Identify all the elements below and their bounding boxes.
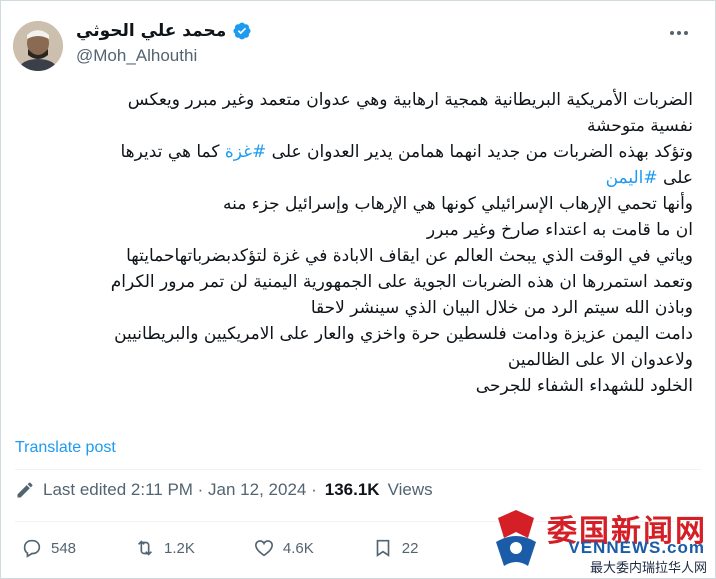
post-line: وياتي في الوقت الذي يبحث العالم عن ايقاف… [126, 246, 693, 266]
action-bar: 548 1.2K 4.6K 22 [21, 537, 476, 559]
watermark-logo-icon [496, 510, 536, 566]
author-display-name[interactable]: محمد علي الحوثي [76, 21, 226, 41]
bookmark-button[interactable]: 22 [372, 537, 419, 559]
post-line: الضربات الأمريكية البريطانية همجية ارهاب… [127, 90, 693, 110]
divider [15, 469, 701, 470]
translate-post-link[interactable]: Translate post [15, 439, 116, 457]
reply-count: 548 [51, 539, 77, 557]
reply-button[interactable]: 548 [21, 537, 76, 559]
hashtag-gaza[interactable]: #غزة [225, 142, 266, 162]
bookmark-count: 22 [401, 539, 419, 557]
bookmark-icon [376, 539, 390, 557]
watermark-site: VENNEWS.com [568, 538, 705, 557]
author-handle[interactable]: @Moh_Alhouthi [76, 46, 197, 66]
like-button[interactable]: 4.6K [253, 537, 314, 559]
views-count: 136.1K [324, 480, 380, 499]
pencil-icon [17, 482, 33, 498]
views-label: Views [387, 480, 433, 499]
post-line: وتؤكد بهذه الضربات من جديد انهما همامن ي… [120, 142, 694, 162]
post-line: نفسية متوحشة [587, 116, 693, 136]
post-line: وباذن الله سيتم الرد من خلال البيان الذي… [310, 298, 693, 318]
post-line: دامت اليمن عزيزة ودامت فلسطين حرة واخزي … [114, 324, 693, 344]
post-card: محمد علي الحوثي @Moh_Alhouthi الضربات ال… [0, 0, 716, 579]
watermark: 委国新闻网 VENNEWS.com 最大委内瑞拉华人网 [488, 504, 713, 576]
post-line: وأنها تحمي الإرهاب الإسرائيلي كونها هي ا… [223, 194, 693, 214]
post-text: الضربات الأمريكية البريطانية همجية ارهاب… [13, 87, 693, 399]
watermark-subtitle: 最大委内瑞拉华人网 [589, 561, 707, 576]
edit-history-row[interactable]: Last edited 2:11 PM · Jan 12, 2024 · 136… [15, 480, 433, 500]
post-line: وتعمد استمررها ان هذه الضربات الجوية على… [110, 272, 693, 292]
heart-icon [254, 540, 273, 557]
reply-icon [23, 539, 41, 558]
repost-icon [138, 540, 153, 556]
repost-button[interactable]: 1.2K [134, 537, 195, 559]
post-line: الخلود للشهداء الشفاء للجرحى [475, 376, 693, 396]
post-line: ان ما قامت به اعتداء صارخ وغير مبرر [426, 220, 693, 240]
more-options-icon[interactable] [669, 23, 689, 43]
verified-badge-icon [232, 21, 252, 41]
repost-count: 1.2K [164, 539, 195, 557]
post-line: على #اليمن [605, 168, 693, 188]
hashtag-yemen[interactable]: #اليمن [606, 168, 658, 188]
post-line: ولاعدوان الا على الظالمين [507, 350, 693, 370]
edited-timestamp[interactable]: Last edited 2:11 PM · Jan 12, 2024 · [43, 480, 317, 500]
like-count: 4.6K [282, 539, 314, 557]
avatar[interactable] [13, 21, 63, 71]
